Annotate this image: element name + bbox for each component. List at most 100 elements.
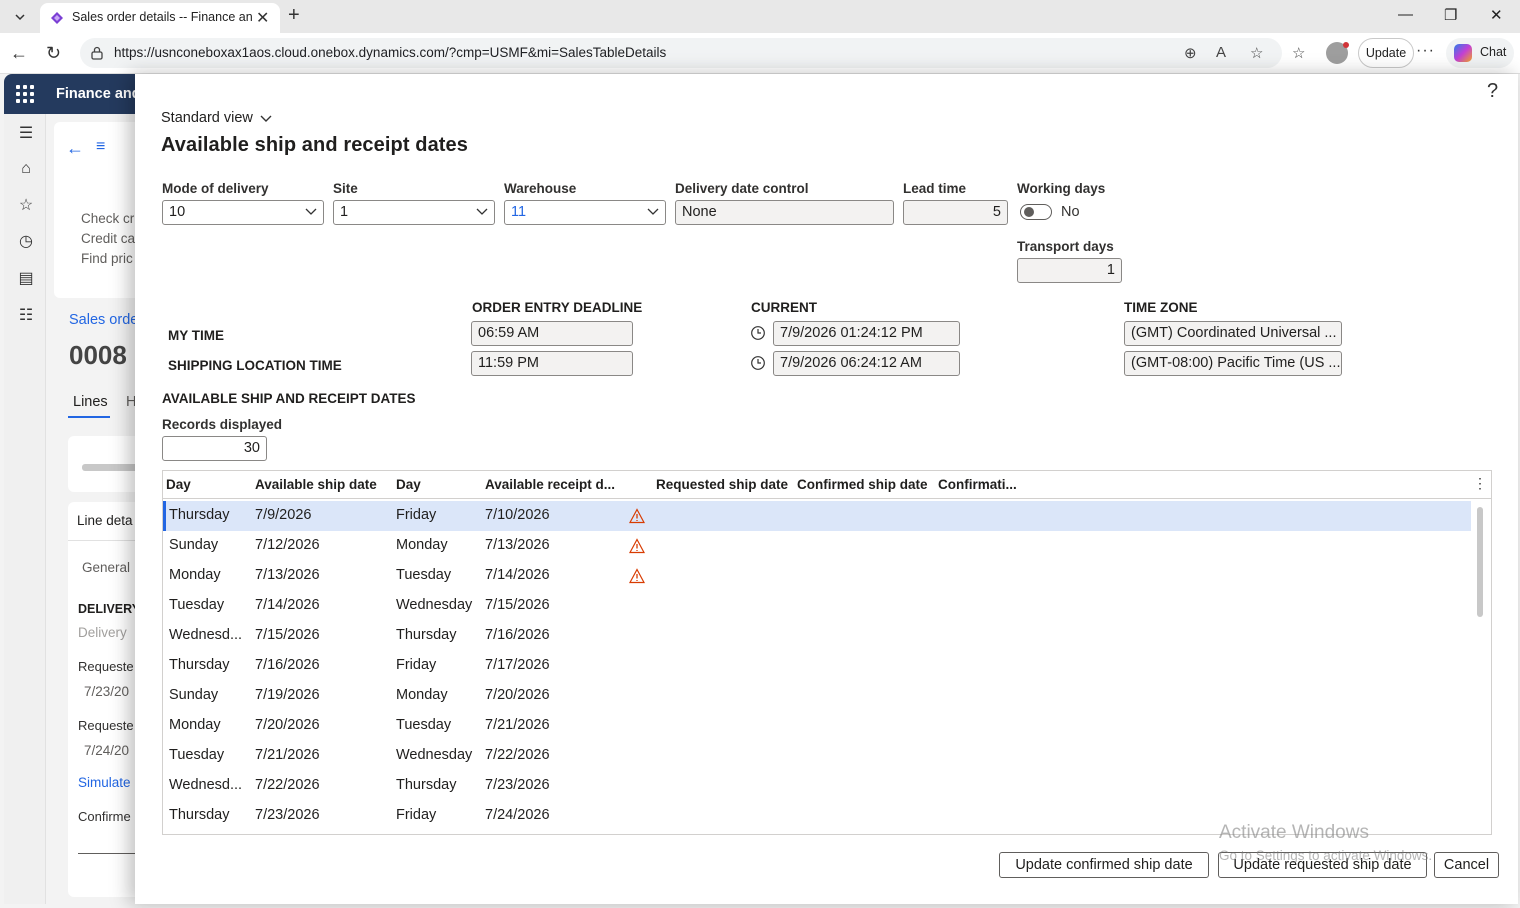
cell-day-2: Friday (396, 807, 437, 823)
table-row[interactable]: Thursday 7/16/2026 Friday 7/17/2026 (163, 651, 1471, 681)
working-days-toggle[interactable] (1020, 204, 1052, 220)
cell-available-ship-date: 7/12/2026 (255, 537, 320, 553)
url-field[interactable]: https://usnconeboxax1aos.cloud.onebox.dy… (80, 38, 1282, 68)
site-label: Site (333, 181, 358, 196)
table-row[interactable]: Sunday 7/19/2026 Monday 7/20/2026 (163, 681, 1471, 711)
zoom-icon[interactable]: ⊕ (1184, 44, 1197, 62)
mode-of-delivery-select[interactable]: 10 (162, 200, 324, 225)
site-info-icon[interactable] (90, 46, 104, 60)
update-confirmed-ship-date-button[interactable]: Update confirmed ship date (999, 852, 1209, 878)
tab-actions-menu-icon[interactable] (8, 6, 32, 28)
bg-order-number: 0008 (69, 340, 127, 370)
bg-breadcrumb[interactable]: Sales orde (69, 312, 138, 328)
table-row[interactable]: Wednesd... 7/15/2026 Thursday 7/16/2026 (163, 621, 1471, 651)
chevron-down-icon (647, 208, 659, 215)
bg-general[interactable]: General (82, 560, 130, 575)
more-options-icon[interactable]: ··· (1416, 42, 1435, 60)
copilot-chat-button[interactable]: Chat (1446, 38, 1514, 68)
back-arrow-icon[interactable]: ← (66, 138, 84, 159)
favorite-star-icon[interactable]: ☆ (1250, 44, 1263, 62)
view-selector[interactable]: Standard view (161, 110, 273, 126)
bg-action-item[interactable]: Credit ca (81, 231, 135, 246)
bg-requested-date[interactable]: 7/23/20 (84, 684, 129, 699)
notification-dot-icon (1343, 42, 1349, 48)
lead-time-field: 5 (903, 200, 1008, 225)
cell-day-2: Thursday (396, 777, 457, 793)
grid-options-icon[interactable]: ⋮ (1473, 475, 1487, 492)
new-tab-icon[interactable]: + (288, 4, 300, 27)
warehouse-select[interactable]: 11 (504, 200, 666, 225)
bg-action-item[interactable]: Find pric (81, 251, 133, 266)
cell-day-2: Friday (396, 507, 437, 523)
site-select[interactable]: 1 (333, 200, 495, 225)
col-header-confirmed-ship-date[interactable]: Confirmed ship date (797, 477, 928, 492)
bg-action-item[interactable]: Check cr (81, 211, 134, 226)
minimize-icon[interactable]: — (1398, 6, 1413, 23)
cell-available-ship-date: 7/9/2026 (255, 507, 312, 523)
app-launcher-icon[interactable] (16, 85, 34, 103)
cancel-button[interactable]: Cancel (1434, 852, 1499, 878)
grid-scrollbar[interactable] (1477, 507, 1483, 617)
bg-simulate-link[interactable]: Simulate (78, 775, 131, 790)
app-header: Finance and (4, 74, 144, 114)
mode-of-delivery-label: Mode of delivery (162, 181, 269, 196)
dynamics-favicon-icon (51, 12, 63, 24)
chat-label: Chat (1480, 45, 1507, 59)
chevron-down-icon (476, 208, 488, 215)
favorites-rail-icon[interactable]: ☆ (16, 196, 36, 216)
warning-icon (629, 568, 645, 584)
table-row[interactable]: Tuesday 7/14/2026 Wednesday 7/15/2026 (163, 591, 1471, 621)
cell-available-receipt-date: 7/14/2026 (485, 567, 550, 583)
recent-icon[interactable]: ◷ (16, 232, 36, 252)
delivery-date-control-field: None (675, 200, 894, 225)
hamburger-menu-icon[interactable]: ☰ (16, 124, 36, 144)
col-header-requested-ship-date[interactable]: Requested ship date (656, 477, 788, 492)
restore-icon[interactable]: ❐ (1444, 6, 1457, 24)
bg-tab-lines[interactable]: Lines (73, 394, 108, 410)
col-header-available-receipt-date[interactable]: Available receipt d... (485, 477, 615, 492)
my-time-zone-field: (GMT) Coordinated Universal ... (1124, 321, 1342, 346)
warehouse-label: Warehouse (504, 181, 577, 196)
cell-day: Thursday (169, 657, 230, 673)
help-icon[interactable]: ? (1487, 80, 1498, 103)
cell-available-ship-date: 7/13/2026 (255, 567, 320, 583)
modules-icon[interactable]: ☷ (16, 306, 36, 326)
table-row[interactable]: Monday 7/20/2026 Tuesday 7/21/2026 (163, 711, 1471, 741)
col-header-confirmation[interactable]: Confirmati... (938, 477, 1017, 492)
list-menu-icon[interactable]: ≡ (96, 138, 105, 156)
refresh-icon[interactable]: ↻ (46, 43, 61, 64)
table-row[interactable]: Tuesday 7/21/2026 Wednesday 7/22/2026 (163, 741, 1471, 771)
home-icon[interactable]: ⌂ (16, 159, 36, 179)
browser-update-button[interactable]: Update (1358, 38, 1414, 68)
table-row[interactable]: Wednesd... 7/22/2026 Thursday 7/23/2026 (163, 771, 1471, 801)
bg-tab-indicator (68, 416, 110, 418)
window-close-icon[interactable]: ✕ (1490, 6, 1503, 24)
cell-available-ship-date: 7/22/2026 (255, 777, 320, 793)
table-row[interactable]: Thursday 7/9/2026 Friday 7/10/2026 (163, 501, 1471, 531)
copilot-icon (1454, 44, 1472, 62)
transport-days-field: 1 (1017, 258, 1122, 283)
records-displayed-label: Records displayed (162, 417, 283, 432)
bg-line-details[interactable]: Line deta (77, 513, 133, 528)
toggle-knob (1024, 207, 1034, 217)
bg-requested-date[interactable]: 7/24/20 (84, 743, 129, 758)
tab-close-icon[interactable]: ✕ (256, 8, 269, 28)
back-icon[interactable]: ← (10, 43, 28, 64)
favorites-icon[interactable]: ☆ (1292, 44, 1305, 62)
cell-day-2: Wednesday (396, 597, 473, 613)
col-header-day[interactable]: Day (166, 477, 191, 492)
table-row[interactable]: Monday 7/13/2026 Tuesday 7/14/2026 (163, 561, 1471, 591)
clock-icon (751, 356, 765, 370)
cell-available-ship-date: 7/16/2026 (255, 657, 320, 673)
cell-available-receipt-date: 7/17/2026 (485, 657, 550, 673)
browser-tab-active[interactable]: Sales order details -- Finance and ✕ (40, 3, 280, 33)
warning-icon (629, 538, 645, 554)
warning-icon (629, 508, 645, 524)
read-aloud-icon[interactable]: A (1216, 44, 1226, 61)
table-row[interactable]: Sunday 7/12/2026 Monday 7/13/2026 (163, 531, 1471, 561)
col-header-day-2[interactable]: Day (396, 477, 421, 492)
records-displayed-input[interactable]: 30 (162, 436, 267, 461)
workspaces-icon[interactable]: ▤ (16, 269, 36, 289)
col-header-available-ship-date[interactable]: Available ship date (255, 477, 377, 492)
cell-day-2: Monday (396, 537, 448, 553)
